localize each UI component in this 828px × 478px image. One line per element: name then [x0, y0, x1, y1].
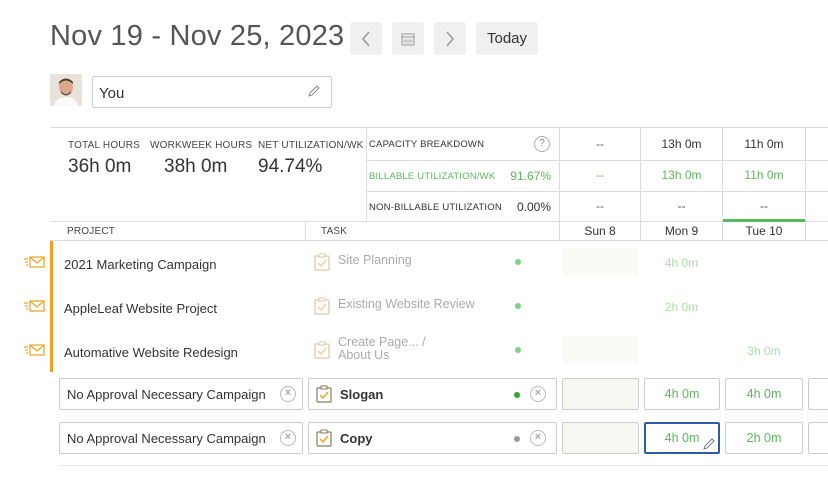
status-dot [514, 392, 520, 398]
total-hours-label: TOTAL HOURS [68, 140, 141, 151]
nonbillable-utilization-label: NON-BILLABLE UTILIZATION [369, 202, 502, 213]
task-name-line2[interactable]: About Us [338, 349, 389, 362]
column-header-day: Mon 9 [664, 224, 699, 238]
day-cell-disabled [563, 248, 638, 276]
task-clipboard-icon [314, 253, 330, 271]
day-billable: 11h 0m [744, 168, 784, 182]
day-billable: 13h 0m [661, 168, 702, 182]
billable-utilization-value: 91.67% [510, 169, 551, 183]
task-clipboard-icon [316, 429, 332, 447]
day-hours-input[interactable] [808, 378, 828, 410]
day-billable: -- [596, 168, 604, 182]
day-nonbillable: -- [596, 199, 604, 213]
task-input[interactable]: Slogan × [308, 378, 557, 410]
help-icon[interactable]: ? [534, 136, 550, 152]
avatar [50, 74, 82, 106]
day-hours-input[interactable]: 4h 0m [725, 378, 803, 410]
send-icon[interactable] [24, 256, 46, 268]
hours-value[interactable]: 2h 0m [641, 300, 722, 314]
today-indicator [723, 219, 805, 222]
column-header-project: PROJECT [67, 226, 116, 237]
send-icon[interactable] [24, 344, 46, 356]
project-name[interactable]: Automative Website Redesign [64, 345, 238, 360]
status-dot [515, 347, 521, 353]
project-input[interactable]: No Approval Necessary Campaign × [59, 422, 303, 454]
billable-utilization-label: BILLABLE UTILIZATION/WK [369, 171, 496, 182]
calendar-icon [401, 33, 415, 45]
task-name[interactable]: Site Planning [338, 254, 412, 267]
clear-icon[interactable]: × [280, 430, 296, 446]
day-hours-input-active[interactable]: 4h 0m [644, 422, 720, 454]
capacity-breakdown-title: CAPACITY BREAKDOWN [369, 139, 485, 150]
send-icon[interactable] [24, 300, 46, 312]
task-input[interactable]: Copy × [308, 422, 557, 454]
day-hours-input-disabled [562, 378, 639, 410]
task-input-value: Copy [340, 431, 373, 446]
pencil-icon[interactable] [307, 84, 321, 98]
today-button[interactable]: Today [476, 22, 538, 55]
chevron-left-icon [362, 31, 370, 46]
nonbillable-utilization-value: 0.00% [516, 200, 551, 214]
project-input-value: No Approval Necessary Campaign [67, 387, 266, 402]
day-nonbillable: -- [760, 199, 768, 213]
column-header-day: Tue 10 [745, 224, 783, 238]
task-input-value: Slogan [340, 387, 384, 402]
status-dot [514, 436, 520, 442]
next-week-button[interactable] [434, 22, 466, 55]
calendar-button[interactable] [392, 22, 424, 55]
day-hours-input-disabled [562, 422, 639, 454]
status-dot [515, 303, 521, 309]
project-name[interactable]: AppleLeaf Website Project [64, 301, 217, 316]
task-clipboard-icon [314, 341, 330, 359]
hours-value[interactable]: 4h 0m [641, 256, 722, 270]
date-range-title: Nov 19 - Nov 25, 2023 [50, 20, 345, 52]
day-capacity: -- [596, 137, 604, 151]
previous-week-button[interactable] [350, 22, 382, 55]
project-input[interactable]: No Approval Necessary Campaign × [59, 378, 303, 410]
day-hours-input[interactable]: 2h 0m [725, 422, 803, 454]
task-clipboard-icon [314, 297, 330, 315]
clear-icon[interactable]: × [530, 386, 546, 402]
day-nonbillable: -- [677, 199, 686, 213]
workweek-hours-value: 38h 0m [164, 156, 228, 177]
user-photo-icon [50, 74, 82, 106]
hours-value[interactable]: 3h 0m [723, 344, 805, 358]
project-name[interactable]: 2021 Marketing Campaign [64, 257, 216, 272]
chevron-right-icon [446, 31, 454, 46]
day-cell-disabled [563, 336, 638, 364]
day-capacity: 13h 0m [661, 137, 702, 151]
net-utilization-label: NET UTILIZATION/WK [258, 140, 364, 151]
net-utilization-value: 94.74% [258, 156, 323, 177]
day-hours-input[interactable]: 4h 0m [644, 378, 720, 410]
total-hours-value: 36h 0m [68, 156, 132, 177]
workweek-hours-label: WORKWEEK HOURS [150, 140, 253, 151]
project-color-bar [50, 241, 53, 372]
user-name: You [99, 85, 125, 102]
task-clipboard-icon [316, 385, 332, 403]
clear-icon[interactable]: × [530, 430, 546, 446]
day-hours-value: 4h 0m [664, 431, 700, 445]
task-name[interactable]: Existing Website Review [338, 298, 475, 311]
column-header-task: TASK [321, 226, 348, 237]
day-hours-input[interactable] [808, 422, 828, 454]
column-header-day: Sun 8 [584, 224, 616, 238]
project-input-value: No Approval Necessary Campaign [67, 431, 266, 446]
user-selector[interactable]: You [92, 76, 332, 108]
pencil-icon[interactable] [702, 437, 716, 451]
day-capacity: 11h 0m [744, 137, 784, 151]
clear-icon[interactable]: × [280, 386, 296, 402]
status-dot [515, 259, 521, 265]
